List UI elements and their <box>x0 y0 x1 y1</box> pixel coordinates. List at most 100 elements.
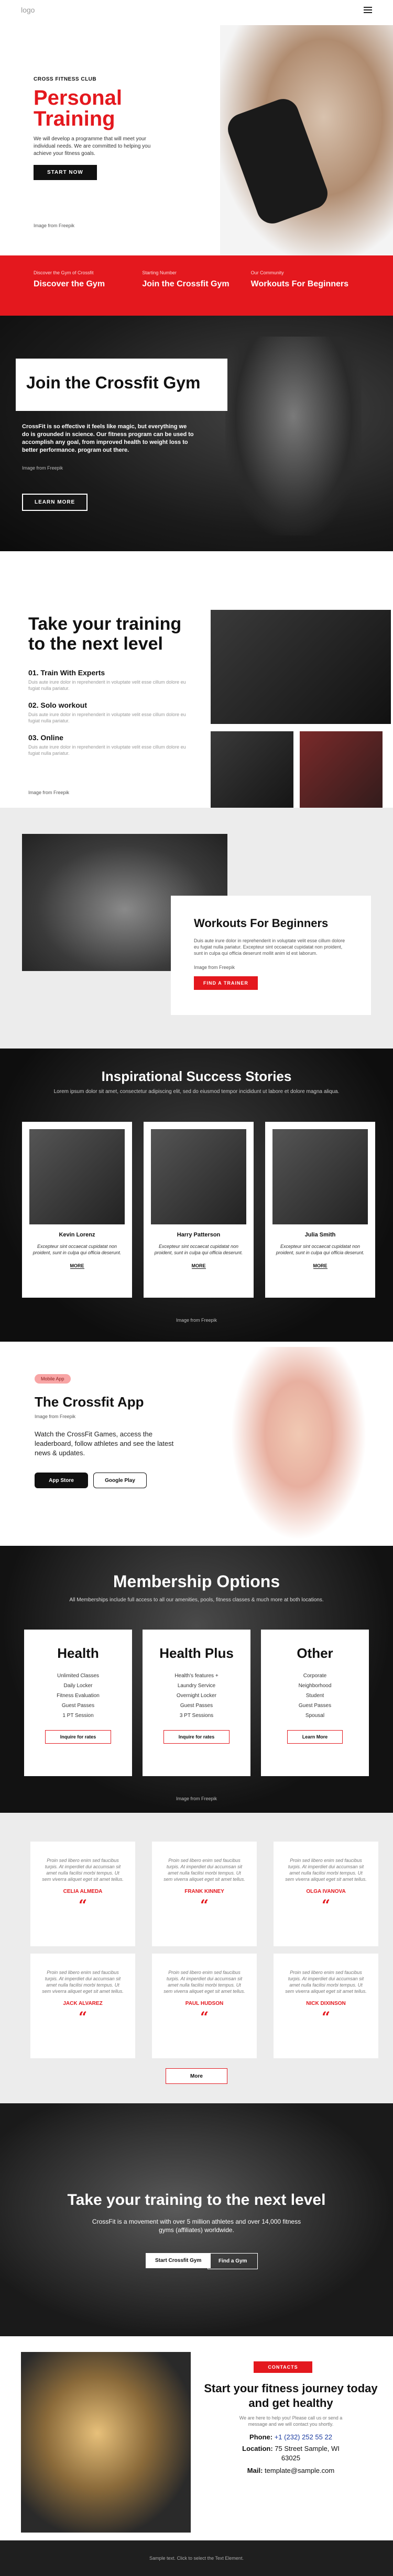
plan-feature: Student <box>305 1693 324 1699</box>
membership-subtitle: All Memberships include full access to a… <box>69 1597 324 1603</box>
join-title: Join the Crossfit Gym <box>26 373 201 392</box>
strip-item[interactable]: Our Community Workouts For Beginners <box>251 270 359 316</box>
strip-small: Discover the Gym of Crossfit <box>34 270 94 275</box>
quote-icon: “ <box>321 1897 331 1914</box>
item-desc: Duis aute irure dolor in reprehenderit i… <box>28 712 186 723</box>
plan-name: Health <box>57 1645 99 1661</box>
app-text: Watch the CrossFit Games, access the lea… <box>35 1430 174 1457</box>
training-credit[interactable]: Image from Freepik <box>28 790 69 795</box>
hamburger-menu-icon[interactable] <box>364 7 372 13</box>
plan-button[interactable]: Inquire for rates <box>45 1730 112 1744</box>
join-text: CrossFit is so effective it feels like m… <box>22 423 194 453</box>
logo[interactable]: logo <box>21 6 35 14</box>
phone-value[interactable]: +1 (232) 252 55 22 <box>275 2433 332 2441</box>
testimonial-quote: Proin sed libero enim sed faucibus turpi… <box>285 1970 367 1994</box>
training-title: Take your training to the next level <box>28 614 182 654</box>
feature-strip: Discover the Gym of Crossfit Discover the… <box>0 255 393 316</box>
testimonial-name: NICK DIXINSON <box>306 2001 346 2006</box>
app-title: The Crossfit App <box>35 1394 144 1410</box>
hero-section: CROSS FITNESS CLUB Personal Training We … <box>0 20 393 255</box>
phone-label: Phone: <box>249 2433 273 2441</box>
more-button[interactable]: More <box>166 2068 227 2084</box>
woman-dumbbell-image <box>21 2352 191 2533</box>
plan-feature: 3 PT Sessions <box>179 1713 214 1719</box>
testimonial-name: FRANK KINNEY <box>184 1889 224 1894</box>
app-store-button[interactable]: App Store <box>35 1473 88 1488</box>
workouts-text: Duis aute irure dolor in reprehenderit i… <box>194 938 345 956</box>
testimonial-quote: Proin sed libero enim sed faucibus turpi… <box>163 1858 245 1882</box>
story-card: Julia Smith Excepteur sint occaecat cupid… <box>265 1122 375 1298</box>
location-value: 75 Street Sample, WI 63025 <box>275 2445 340 2462</box>
testimonial-card: Proin sed libero enim sed faucibus turpi… <box>152 1842 257 1946</box>
workouts-card: Workouts For Beginners Duis aute irure d… <box>171 896 371 1015</box>
story-name: Julia Smith <box>304 1232 336 1238</box>
stories-subtitle: Lorem ipsum dolor sit amet, consectetur … <box>53 1089 340 1095</box>
plan-feature: Laundry Service <box>177 1683 216 1689</box>
start-now-button[interactable]: START NOW <box>34 165 97 180</box>
strip-title: Workouts For Beginners <box>250 280 349 288</box>
plan-feature: Overnight Locker <box>176 1693 217 1699</box>
strip-small: Starting Number <box>142 270 177 275</box>
app-section: Mobile App The Crossfit App Image from F… <box>0 1342 393 1546</box>
plan-feature: Health's features + <box>174 1673 219 1679</box>
testimonial-card: Proin sed libero enim sed faucibus turpi… <box>274 1954 378 2058</box>
membership-title: Membership Options <box>113 1572 280 1591</box>
workouts-title: Workouts For Beginners <box>194 917 329 930</box>
google-play-button[interactable]: Google Play <box>93 1473 147 1488</box>
plan-feature: 1 PT Session <box>62 1713 94 1719</box>
membership-section: Membership Options All Memberships inclu… <box>0 1546 393 1813</box>
stories-credit[interactable]: Image from Freepik <box>0 1318 393 1323</box>
testimonial-quote: Proin sed libero enim sed faucibus turpi… <box>163 1970 245 1994</box>
workouts-credit[interactable]: Image from Freepik <box>194 965 348 970</box>
training-section: Take your training to the next level 01.… <box>0 551 393 808</box>
plan-button[interactable]: Inquire for rates <box>163 1730 230 1744</box>
learn-more-button[interactable]: LEARN MORE <box>22 494 88 511</box>
athlete-image <box>225 337 362 536</box>
mail-value[interactable]: template@sample.com <box>265 2467 334 2474</box>
story-name: Kevin Lorenz <box>59 1232 95 1238</box>
story-quote: Excepteur sint occaecat cupidatat non pr… <box>154 1244 243 1255</box>
cta-text: CrossFit is a movement with over 5 milli… <box>92 2218 301 2234</box>
testimonial-name: PAUL HUDSON <box>185 2001 224 2006</box>
plan-feature: Guest Passes <box>298 1703 332 1709</box>
testimonial-name: JACK ALVAREZ <box>63 2001 103 2006</box>
location-label: Location: <box>242 2445 273 2452</box>
story-more-link[interactable]: MORE <box>70 1263 84 1269</box>
join-credit[interactable]: Image from Freepik <box>22 465 63 471</box>
story-more-link[interactable]: MORE <box>313 1263 328 1269</box>
story-card: Kevin Lorenz Excepteur sint occaecat cupi… <box>22 1122 132 1298</box>
plan-card: Health Unlimited Classes Daily Locker Fi… <box>24 1630 132 1776</box>
plan-card: Other Corporate Neighborhood Student Gue… <box>261 1630 369 1776</box>
list-item: 03. Online Duis aute irure dolor in repre… <box>28 733 191 756</box>
strip-item[interactable]: Starting Number Join the Crossfit Gym <box>142 270 250 316</box>
hero-kicker: CROSS FITNESS CLUB <box>34 76 97 82</box>
location-line: Location: 75 Street Sample, WI 63025 <box>241 2444 341 2463</box>
item-title: 03. Online <box>28 733 63 742</box>
mail-label: Mail: <box>247 2467 263 2474</box>
woman-phone-image <box>231 1347 367 1541</box>
contact-text: We are here to help you! Please call us … <box>239 2415 343 2427</box>
find-gym-button[interactable]: Find a Gym <box>208 2253 258 2269</box>
list-item: 01. Train With Experts Duis aute irure do… <box>28 668 191 692</box>
testimonial-card: Proin sed libero enim sed faucibus turpi… <box>30 1954 135 2058</box>
app-credit[interactable]: Image from Freepik <box>35 1414 75 1419</box>
start-crossfit-button[interactable]: Start Crossfit Gym <box>146 2253 211 2268</box>
workouts-section: Workouts For Beginners Duis aute irure d… <box>0 808 393 1049</box>
cta-title: Take your training to the next level <box>67 2191 326 2209</box>
item-title: 02. Solo workout <box>28 701 88 709</box>
strip-item[interactable]: Discover the Gym of Crossfit Discover the… <box>34 270 142 316</box>
site-header: logo <box>0 0 393 20</box>
membership-credit[interactable]: Image from Freepik <box>0 1796 393 1801</box>
quote-icon: “ <box>321 2009 331 2026</box>
cta-section: Take your training to the next level Cro… <box>0 2103 393 2336</box>
plan-feature: Neighborhood <box>298 1683 332 1689</box>
hero-title: Personal Training <box>34 86 122 130</box>
hero-credit[interactable]: Image from Freepik <box>34 223 74 228</box>
plan-name: Health Plus <box>159 1645 234 1661</box>
plan-feature: Unlimited Classes <box>57 1673 100 1679</box>
testimonial-card: Proin sed libero enim sed faucibus turpi… <box>30 1842 135 1946</box>
find-trainer-button[interactable]: FIND A TRAINER <box>194 976 258 990</box>
story-more-link[interactable]: MORE <box>191 1263 206 1269</box>
plan-button[interactable]: Learn More <box>287 1730 343 1744</box>
athlete-photo <box>211 731 293 808</box>
